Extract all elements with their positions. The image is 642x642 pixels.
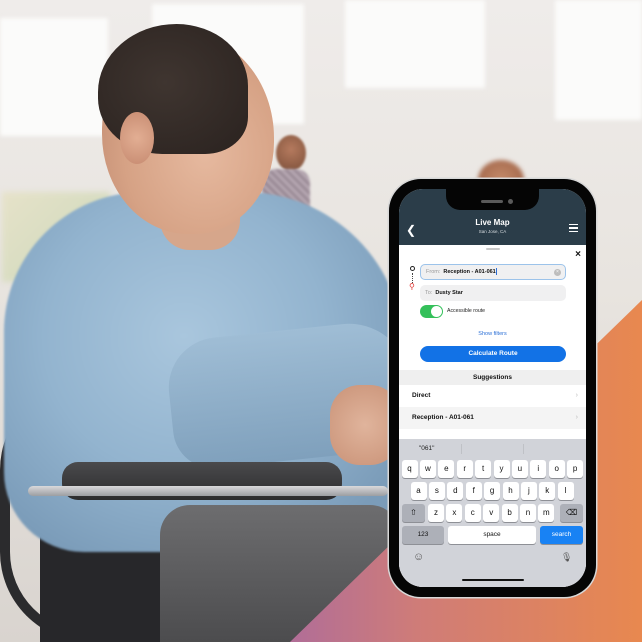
clear-input-icon[interactable]: × (554, 268, 561, 276)
accessible-route-label: Accessible route (447, 308, 486, 314)
key-x[interactable]: x (446, 504, 463, 522)
man-ear (120, 112, 154, 164)
toggle-knob (431, 306, 442, 317)
key-a[interactable]: a (410, 482, 427, 500)
key-b[interactable]: b (501, 504, 518, 522)
key-d[interactable]: d (447, 482, 464, 500)
shift-key-icon[interactable]: ⇧ (402, 504, 425, 522)
key-n[interactable]: n (520, 504, 536, 522)
suggestion-label: Direct (412, 392, 431, 399)
emoji-icon[interactable]: ☺ (413, 551, 424, 563)
space-key[interactable]: space (448, 526, 536, 544)
window-light (0, 18, 108, 136)
key-e[interactable]: e (438, 460, 455, 478)
chevron-right-icon: › (575, 392, 578, 399)
from-value: Reception - A01-061 (443, 269, 496, 275)
key-y[interactable]: y (493, 460, 510, 478)
key-z[interactable]: z (428, 504, 444, 522)
origin-circle-icon (410, 266, 415, 271)
key-v[interactable]: v (483, 504, 500, 522)
prediction-divider (461, 444, 462, 454)
show-filters-link[interactable]: Show filters (399, 331, 586, 337)
suggestion-item[interactable]: Reception - A01-061 › (399, 407, 586, 429)
background-person-head (276, 135, 306, 171)
sheet-drag-handle[interactable] (486, 248, 500, 250)
phone-screen: ❮ Live Map San Jose, CA × ⚲ From: Recepti… (399, 189, 586, 587)
wheelchair-rail (28, 486, 388, 496)
key-f[interactable]: f (465, 482, 482, 500)
key-s[interactable]: s (428, 482, 445, 500)
key-g[interactable]: g (484, 482, 501, 500)
predictive-bar: "061" (399, 439, 586, 459)
key-t[interactable]: t (475, 460, 492, 478)
key-r[interactable]: r (456, 460, 473, 478)
key-j[interactable]: j (520, 482, 537, 500)
accessible-route-toggle[interactable] (420, 305, 443, 318)
to-label: To: (425, 290, 433, 296)
close-icon[interactable]: × (575, 250, 581, 260)
speaker-grille (481, 200, 503, 203)
map-pin-icon: ⚲ (409, 282, 415, 291)
backspace-key-icon[interactable]: ⌫ (560, 504, 583, 522)
suggestions-header: Suggestions (399, 370, 586, 385)
page-title: Live Map (475, 218, 510, 227)
suggestion-item[interactable]: Direct › (399, 385, 586, 407)
to-value: Dusty Star (435, 290, 463, 296)
key-l[interactable]: l (557, 482, 574, 500)
key-p[interactable]: p (567, 460, 584, 478)
key-o[interactable]: o (548, 460, 565, 478)
key-m[interactable]: m (538, 504, 555, 522)
from-label: From: (426, 269, 441, 275)
hamburger-menu-icon[interactable] (569, 224, 578, 233)
key-u[interactable]: u (511, 460, 528, 478)
prediction-suggestion[interactable]: "061" (419, 439, 434, 459)
key-i[interactable]: i (530, 460, 547, 478)
numbers-key[interactable]: 123 (402, 526, 444, 544)
phone-notch (446, 189, 539, 210)
onscreen-keyboard: "061" qwertyuiop asdfghjkl ⇧ ⌫ zxcvbnm 1… (399, 439, 586, 587)
key-c[interactable]: c (464, 504, 481, 522)
suggestion-label: Reception - A01-061 (412, 414, 474, 421)
home-indicator (462, 578, 524, 581)
route-sheet: × ⚲ From: Reception - A01-061 × To: Dusty … (399, 245, 586, 587)
phone-mockup: ❮ Live Map San Jose, CA × ⚲ From: Recepti… (389, 179, 596, 597)
to-input[interactable]: To: Dusty Star (420, 285, 566, 301)
prediction-divider (523, 444, 524, 454)
key-h[interactable]: h (502, 482, 519, 500)
key-w[interactable]: w (419, 460, 436, 478)
key-q[interactable]: q (401, 460, 418, 478)
text-caret (496, 268, 498, 276)
microphone-icon[interactable]: 🎙 (561, 552, 572, 563)
from-input[interactable]: From: Reception - A01-061 × (420, 264, 566, 280)
front-camera (508, 199, 513, 204)
location-subtitle: San Jose, CA (478, 229, 507, 234)
chevron-right-icon: › (575, 414, 578, 421)
window-light (345, 0, 485, 88)
calculate-route-button[interactable]: Calculate Route (420, 346, 566, 362)
window-light (555, 0, 642, 120)
key-k[interactable]: k (539, 482, 556, 500)
route-indicator: ⚲ (409, 266, 416, 294)
search-key[interactable]: search (540, 526, 583, 544)
